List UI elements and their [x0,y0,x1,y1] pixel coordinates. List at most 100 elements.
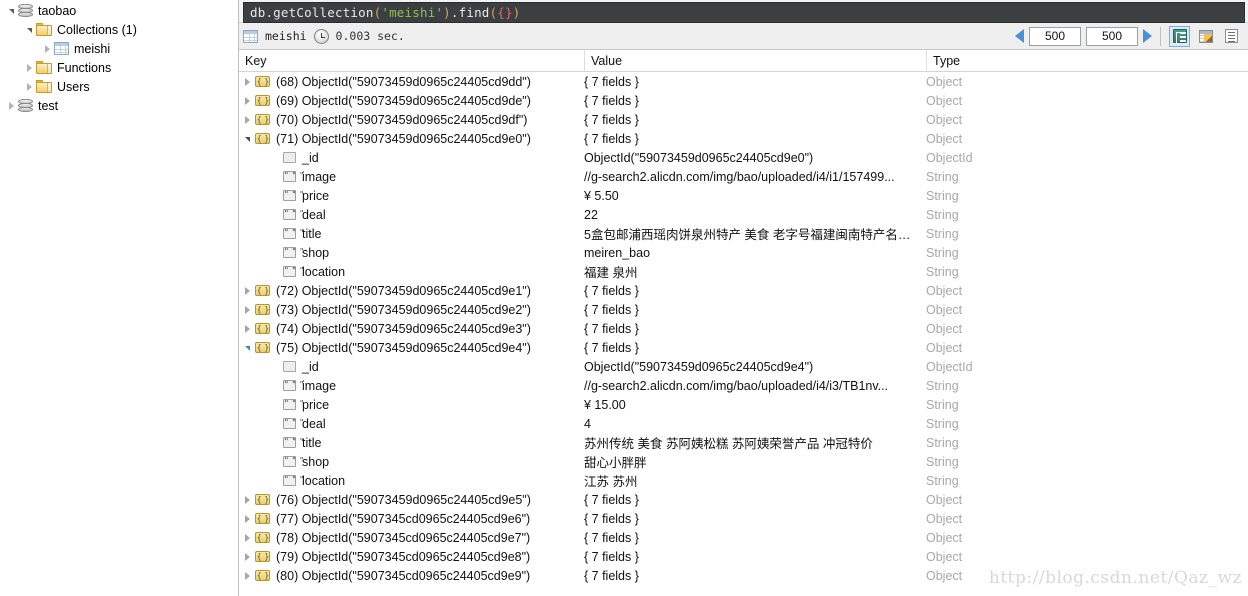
folder-icon [36,23,52,36]
document-field-row[interactable]: _id ObjectId("59073459d0965c24405cd9e0") O… [239,148,1248,167]
document-field-row[interactable]: " " " location 江苏 苏州 String [239,471,1248,490]
document-field-row[interactable]: " " " price ¥ 5.50 String [239,186,1248,205]
expander-closed-icon[interactable] [40,39,54,58]
expander-closed-icon[interactable] [239,77,255,86]
expander-closed-icon[interactable] [22,77,36,96]
cell-key-label: (77) ObjectId("5907345cd0965c24405cd9e6"… [276,511,531,526]
document-field-row[interactable]: " " " title 苏州传统 美食 苏阿姨松糕 苏阿姨荣誉产品 冲冠特价 Stri… [239,433,1248,452]
sidebar-item-meishi[interactable]: meishi [0,39,238,58]
expander-closed-icon[interactable] [239,495,255,504]
document-field-row[interactable]: " " " location 福建 泉州 String [239,262,1248,281]
document-field-row[interactable]: " " " shop meiren_bao String [239,243,1248,262]
column-header-type[interactable]: Type [926,49,1248,72]
expander-open-icon[interactable] [4,1,18,20]
expander-closed-icon[interactable] [239,533,255,542]
prev-arrow-icon[interactable] [1015,29,1024,43]
document-row[interactable]: { } (69) ObjectId("59073459d0965c24405cd9… [239,91,1248,110]
cell-value: ObjectId("59073459d0965c24405cd9e4") [584,359,814,374]
expander-closed-icon[interactable] [239,305,255,314]
document-row[interactable]: { } (78) ObjectId("5907345cd0965c24405cd9… [239,528,1248,547]
document-row[interactable]: { } (73) ObjectId("59073459d0965c24405cd9… [239,300,1248,319]
cell-key: { } (79) ObjectId("5907345cd0965c24405cd9… [239,550,584,564]
cell-type: String [926,169,959,184]
expander-closed-icon[interactable] [22,58,36,77]
sidebar-item-users[interactable]: Users [0,77,238,96]
query-token-6: {} [497,5,513,20]
cell-key: { } (77) ObjectId("5907345cd0965c24405cd9… [239,512,584,526]
document-row[interactable]: { } (71) ObjectId("59073459d0965c24405cd9… [239,129,1248,148]
query-editor-input[interactable]: db.getCollection('meishi') .find({}) [243,2,1245,23]
expander-open-icon[interactable] [239,135,255,142]
cell-value: 5盒包邮浦西瑶肉饼泉州特产 美食 老字号福建闽南特产名茶配 [584,228,923,242]
query-token-4: .find [450,5,490,20]
document-row[interactable]: { } (80) ObjectId("5907345cd0965c24405cd9… [239,566,1248,585]
document-icon: { } [255,494,270,505]
cell-key: " " " title [239,436,584,450]
sidebar-item-taobao[interactable]: taobao [0,1,238,20]
cell-key: " " " title [239,227,584,241]
table-view-button[interactable] [1195,26,1216,47]
cell-key: { } (78) ObjectId("5907345cd0965c24405cd9… [239,531,584,545]
document-row[interactable]: { } (68) ObjectId("59073459d0965c24405cd9… [239,72,1248,91]
document-row[interactable]: { } (76) ObjectId("59073459d0965c24405cd9… [239,490,1248,509]
cell-key: " " " location [239,265,584,279]
document-field-row[interactable]: " " " price ¥ 15.00 String [239,395,1248,414]
document-field-row[interactable]: " " " image//g-search2.alicdn.com/img/bao… [239,376,1248,395]
cell-key-label: (79) ObjectId("5907345cd0965c24405cd9e8"… [276,549,531,564]
sidebar-item-functions[interactable]: Functions [0,58,238,77]
document-field-row[interactable]: " " " deal 22 String [239,205,1248,224]
app-window: taobao Collections (1) meishi Functions User… [0,0,1248,596]
document-row[interactable]: { } (70) ObjectId("59073459d0965c24405cd9… [239,110,1248,129]
limit-input[interactable]: 500 [1086,26,1138,46]
column-header-row: Key Value Type [239,49,1248,72]
document-row[interactable]: { } (72) ObjectId("59073459d0965c24405cd9… [239,281,1248,300]
cell-key-label: _id [302,359,319,374]
expander-closed-icon[interactable] [239,96,255,105]
expander-open-icon[interactable] [22,20,36,39]
document-field-row[interactable]: " " " deal 4 String [239,414,1248,433]
cell-type: String [926,416,959,431]
expander-closed-icon[interactable] [239,324,255,333]
string-icon: " " " [283,399,304,410]
column-header-value[interactable]: Value [584,49,926,72]
cell-key-label: location [302,264,346,279]
document-view-button[interactable] [1221,26,1242,47]
cell-type: String [926,245,959,260]
document-field-row[interactable]: " " " title 5盒包邮浦西瑶肉饼泉州特产 美食 老字号福建闽南特产名茶配 S… [239,224,1248,243]
string-icon: " " " [283,475,304,486]
expander-closed-icon[interactable] [239,552,255,561]
cell-key: " " " deal [239,417,584,431]
cell-type: Object [926,549,963,564]
skip-input[interactable]: 500 [1029,26,1081,46]
sidebar-item-collections-1[interactable]: Collections (1) [0,20,238,39]
cell-type: Object [926,283,963,298]
cell-key: " " " image [239,379,584,393]
cell-key-label: (78) ObjectId("5907345cd0965c24405cd9e7"… [276,530,531,545]
expander-closed-icon[interactable] [239,286,255,295]
cell-type: Object [926,74,963,89]
document-row[interactable]: { } (79) ObjectId("5907345cd0965c24405cd9… [239,547,1248,566]
document-row[interactable]: { } (75) ObjectId("59073459d0965c24405cd9… [239,338,1248,357]
document-field-row[interactable]: " " " image//g-search2.alicdn.com/img/bao… [239,167,1248,186]
cell-type: Object [926,530,963,545]
cell-key-label: image [302,378,337,393]
expander-closed-icon[interactable] [239,115,255,124]
tree-view-button[interactable] [1169,25,1190,47]
document-row[interactable]: { } (74) ObjectId("59073459d0965c24405cd9… [239,319,1248,338]
document-field-row[interactable]: _id ObjectId("59073459d0965c24405cd9e4") O… [239,357,1248,376]
document-field-row[interactable]: " " " shop 甜心小胖胖 String [239,452,1248,471]
expander-closed-icon[interactable] [4,96,18,115]
document-row[interactable]: { } (77) ObjectId("5907345cd0965c24405cd9… [239,509,1248,528]
expander-closed-icon[interactable] [239,571,255,580]
cell-type: String [926,454,959,469]
next-arrow-icon[interactable] [1143,29,1152,43]
cell-type: Object [926,321,963,336]
column-header-key[interactable]: Key [239,50,584,72]
expander-closed-icon[interactable] [239,514,255,523]
expander-open-icon[interactable] [239,344,255,351]
cell-value: //g-search2.alicdn.com/img/bao/uploaded/… [584,169,895,184]
cell-value: { 7 fields } [584,93,639,108]
query-token-3: ) [443,5,451,20]
sidebar-item-test[interactable]: test [0,96,238,115]
cell-value: { 7 fields } [584,283,639,298]
